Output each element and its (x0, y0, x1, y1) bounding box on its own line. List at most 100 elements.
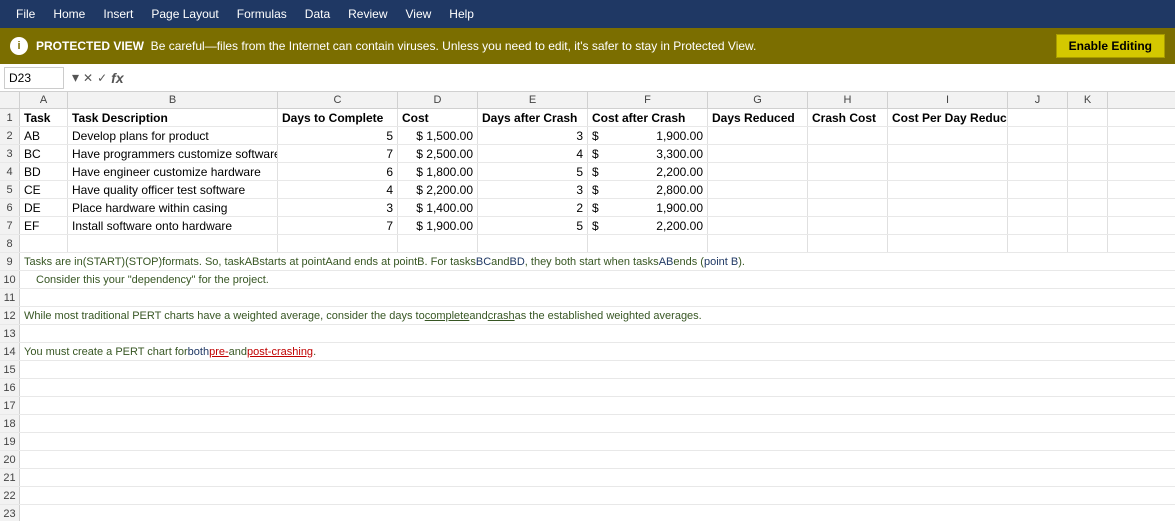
cancel-icon[interactable]: ✕ (83, 71, 93, 85)
cell-e1[interactable]: Days after Crash (478, 109, 588, 126)
cell-i8[interactable] (888, 235, 1008, 252)
cell-j6[interactable] (1008, 199, 1068, 216)
cell-b3[interactable]: Have programmers customize software (68, 145, 278, 162)
cell-j7[interactable] (1008, 217, 1068, 234)
cell-f1[interactable]: Cost after Crash (588, 109, 708, 126)
cell-reference-input[interactable] (4, 67, 64, 89)
menu-data[interactable]: Data (297, 3, 338, 25)
cell-h6[interactable] (808, 199, 888, 216)
cell-b5[interactable]: Have quality officer test software (68, 181, 278, 198)
cell-i1[interactable]: Cost Per Day Reduced (888, 109, 1008, 126)
cell-k1[interactable] (1068, 109, 1108, 126)
col-header-b[interactable]: B (68, 92, 278, 108)
cell-f8[interactable] (588, 235, 708, 252)
cell-g1[interactable]: Days Reduced (708, 109, 808, 126)
cell-i6[interactable] (888, 199, 1008, 216)
cell-h4[interactable] (808, 163, 888, 180)
col-header-h[interactable]: H (808, 92, 888, 108)
menu-help[interactable]: Help (441, 3, 482, 25)
cell-d8[interactable] (398, 235, 478, 252)
cell-f7[interactable]: $2,200.00 (588, 217, 708, 234)
cell-k8[interactable] (1068, 235, 1108, 252)
cell-g5[interactable] (708, 181, 808, 198)
cell-h7[interactable] (808, 217, 888, 234)
cell-d4[interactable]: $ 1,800.00 (398, 163, 478, 180)
cell-j4[interactable] (1008, 163, 1068, 180)
menu-home[interactable]: Home (45, 3, 93, 25)
cell-15[interactable] (20, 361, 1175, 378)
col-header-e[interactable]: E (478, 92, 588, 108)
cell-h8[interactable] (808, 235, 888, 252)
cell-e5[interactable]: 3 (478, 181, 588, 198)
cell-16[interactable] (20, 379, 1175, 396)
col-header-d[interactable]: D (398, 92, 478, 108)
cell-a6[interactable]: DE (20, 199, 68, 216)
cell-k5[interactable] (1068, 181, 1108, 198)
cell-e7[interactable]: 5 (478, 217, 588, 234)
cell-e6[interactable]: 2 (478, 199, 588, 216)
cell-f5[interactable]: $2,800.00 (588, 181, 708, 198)
cell-h3[interactable] (808, 145, 888, 162)
cell-21[interactable] (20, 469, 1175, 486)
cell-b7[interactable]: Install software onto hardware (68, 217, 278, 234)
cell-d6[interactable]: $ 1,400.00 (398, 199, 478, 216)
cell-17[interactable] (20, 397, 1175, 414)
cell-c3[interactable]: 7 (278, 145, 398, 162)
menu-review[interactable]: Review (340, 3, 395, 25)
cell-19[interactable] (20, 433, 1175, 450)
col-header-c[interactable]: C (278, 92, 398, 108)
cell-i7[interactable] (888, 217, 1008, 234)
cell-c1[interactable]: Days to Complete (278, 109, 398, 126)
enable-editing-button[interactable]: Enable Editing (1056, 34, 1165, 58)
cell-e2[interactable]: 3 (478, 127, 588, 144)
cell-h2[interactable] (808, 127, 888, 144)
menu-page-layout[interactable]: Page Layout (143, 3, 226, 25)
cell-f6[interactable]: $1,900.00 (588, 199, 708, 216)
cell-j5[interactable] (1008, 181, 1068, 198)
col-header-j[interactable]: J (1008, 92, 1068, 108)
cell-k2[interactable] (1068, 127, 1108, 144)
cell-23[interactable] (20, 505, 1175, 521)
col-header-f[interactable]: F (588, 92, 708, 108)
cell-a5[interactable]: CE (20, 181, 68, 198)
cell-a4[interactable]: BD (20, 163, 68, 180)
cell-k4[interactable] (1068, 163, 1108, 180)
cell-h5[interactable] (808, 181, 888, 198)
cell-c4[interactable]: 6 (278, 163, 398, 180)
col-header-k[interactable]: K (1068, 92, 1108, 108)
cell-k6[interactable] (1068, 199, 1108, 216)
cell-k7[interactable] (1068, 217, 1108, 234)
cell-f3[interactable]: $3,300.00 (588, 145, 708, 162)
cell-j2[interactable] (1008, 127, 1068, 144)
col-header-a[interactable]: A (20, 92, 68, 108)
menu-view[interactable]: View (398, 3, 440, 25)
cell-g2[interactable] (708, 127, 808, 144)
cell-j1[interactable] (1008, 109, 1068, 126)
cell-h1[interactable]: Crash Cost (808, 109, 888, 126)
cell-a2[interactable]: AB (20, 127, 68, 144)
cell-a8[interactable] (20, 235, 68, 252)
cell-g3[interactable] (708, 145, 808, 162)
cell-a1[interactable]: Task (20, 109, 68, 126)
cell-g7[interactable] (708, 217, 808, 234)
menu-formulas[interactable]: Formulas (229, 3, 295, 25)
formula-input[interactable] (132, 69, 1171, 87)
cell-c7[interactable]: 7 (278, 217, 398, 234)
cell-f2[interactable]: $1,900.00 (588, 127, 708, 144)
cell-i2[interactable] (888, 127, 1008, 144)
cell-g6[interactable] (708, 199, 808, 216)
menu-file[interactable]: File (8, 3, 43, 25)
menu-insert[interactable]: Insert (95, 3, 141, 25)
cell-i5[interactable] (888, 181, 1008, 198)
cell-i3[interactable] (888, 145, 1008, 162)
cell-c8[interactable] (278, 235, 398, 252)
cell-note-10[interactable]: Consider this your "dependency" for the … (20, 271, 1175, 288)
cell-a13[interactable] (20, 325, 1175, 342)
cell-e3[interactable]: 4 (478, 145, 588, 162)
cell-j3[interactable] (1008, 145, 1068, 162)
cell-a11[interactable] (20, 289, 1175, 306)
cell-j8[interactable] (1008, 235, 1068, 252)
cell-e8[interactable] (478, 235, 588, 252)
cell-c2[interactable]: 5 (278, 127, 398, 144)
col-header-i[interactable]: I (888, 92, 1008, 108)
